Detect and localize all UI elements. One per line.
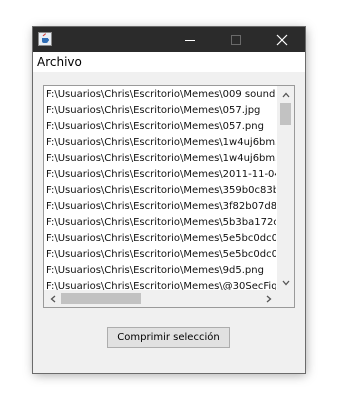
title-bar[interactable] bbox=[33, 27, 305, 52]
vertical-scroll-thumb[interactable] bbox=[280, 103, 291, 125]
horizontal-scrollbar[interactable] bbox=[44, 290, 277, 307]
chevron-right-icon bbox=[266, 295, 271, 302]
menu-archivo[interactable]: Archivo bbox=[37, 55, 82, 69]
file-list-rows: F:\Usuarios\Chris\Escritorio\Memes\009 s… bbox=[44, 86, 276, 291]
chevron-up-icon bbox=[282, 92, 289, 97]
scroll-left-button[interactable] bbox=[44, 290, 61, 307]
horizontal-scroll-thumb[interactable] bbox=[61, 293, 141, 304]
maximize-icon bbox=[231, 34, 241, 45]
scroll-down-button[interactable] bbox=[277, 274, 294, 291]
scrollbar-corner bbox=[277, 290, 294, 307]
chevron-left-icon bbox=[50, 295, 55, 302]
maximize-button[interactable] bbox=[213, 27, 259, 52]
list-item[interactable]: F:\Usuarios\Chris\Escritorio\Memes\2011-… bbox=[46, 167, 276, 183]
list-item[interactable]: F:\Usuarios\Chris\Escritorio\Memes\359b0… bbox=[46, 183, 276, 199]
app-window: Archivo F:\Usuarios\Chris\Escritorio\Mem… bbox=[33, 27, 305, 373]
scroll-up-button[interactable] bbox=[277, 86, 294, 103]
file-list[interactable]: F:\Usuarios\Chris\Escritorio\Memes\009 s… bbox=[43, 85, 295, 308]
list-item[interactable]: F:\Usuarios\Chris\Escritorio\Memes\5e5bc… bbox=[46, 247, 276, 263]
compress-selection-button[interactable]: Comprimir selección bbox=[107, 327, 230, 348]
list-item[interactable]: F:\Usuarios\Chris\Escritorio\Memes\5b3ba… bbox=[46, 215, 276, 231]
list-item[interactable]: F:\Usuarios\Chris\Escritorio\Memes\3f82b… bbox=[46, 199, 276, 215]
close-icon bbox=[276, 34, 288, 45]
list-item[interactable]: F:\Usuarios\Chris\Escritorio\Memes\1w4uj… bbox=[46, 151, 276, 167]
minimize-icon bbox=[185, 39, 195, 41]
minimize-button[interactable] bbox=[167, 27, 213, 52]
vertical-scrollbar[interactable] bbox=[277, 86, 294, 291]
list-item[interactable]: F:\Usuarios\Chris\Escritorio\Memes\5e5bc… bbox=[46, 231, 276, 247]
java-app-icon[interactable] bbox=[38, 32, 52, 46]
list-item[interactable]: F:\Usuarios\Chris\Escritorio\Memes\9d5.p… bbox=[46, 263, 264, 279]
menu-bar: Archivo bbox=[33, 52, 305, 72]
scroll-right-button[interactable] bbox=[260, 290, 277, 307]
chevron-down-icon bbox=[282, 280, 289, 285]
list-item[interactable]: F:\Usuarios\Chris\Escritorio\Memes\1w4uj… bbox=[46, 135, 276, 151]
list-item[interactable]: F:\Usuarios\Chris\Escritorio\Memes\057.j… bbox=[46, 103, 260, 119]
close-button[interactable] bbox=[259, 27, 305, 52]
list-item[interactable]: F:\Usuarios\Chris\Escritorio\Memes\009 s… bbox=[46, 87, 276, 103]
list-item[interactable]: F:\Usuarios\Chris\Escritorio\Memes\057.p… bbox=[46, 119, 264, 135]
